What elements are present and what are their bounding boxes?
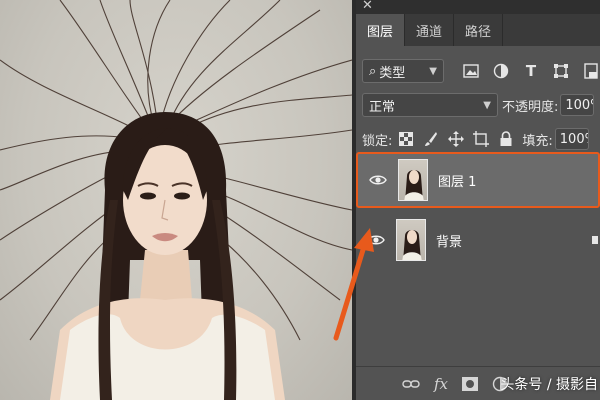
chevron-down-icon: ▼ — [483, 99, 491, 111]
image-filter-icon[interactable] — [462, 62, 480, 80]
fill-label: 填充: — [522, 133, 553, 149]
filter-kind-select[interactable]: ⌕ 类型 ▼ — [362, 59, 444, 83]
watermark: 头条号 / 摄影自 — [500, 377, 598, 393]
smart-object-filter-icon[interactable] — [582, 62, 600, 80]
lock-label: 锁定: — [362, 133, 393, 149]
close-icon[interactable]: ✕ — [362, 0, 373, 13]
layer-name[interactable]: 图层 1 — [438, 171, 476, 190]
opacity-label: 不透明度: — [502, 99, 559, 115]
layer-thumbnail — [398, 159, 428, 201]
fill-input[interactable]: 100% — [554, 128, 589, 150]
panel-tabs: 图层 通道 路径 — [356, 14, 600, 46]
blend-row: 正常 ▼ 不透明度: 100% — [356, 92, 600, 118]
tab-paths[interactable]: 路径 — [454, 14, 504, 46]
lock-all-icon[interactable] — [498, 131, 514, 147]
tab-channels[interactable]: 通道 — [405, 14, 455, 46]
lock-icon — [592, 232, 598, 248]
layer-filter-row: ⌕ 类型 ▼ T — [356, 56, 600, 86]
document-canvas[interactable] — [0, 0, 352, 400]
mask-icon[interactable] — [462, 376, 479, 391]
lock-row: 锁定: 填充: 100% — [356, 126, 600, 152]
adjustment-filter-icon[interactable] — [492, 62, 510, 80]
layers-panel: ✕ 图层 通道 路径 ⌕ 类型 ▼ T 正常 ▼ 不透明度: 100 锁定: 填… — [356, 0, 600, 400]
layer-thumbnail — [396, 219, 426, 261]
tab-layers[interactable]: 图层 — [356, 14, 406, 46]
lock-transparent-icon[interactable] — [398, 131, 414, 147]
blend-mode-value: 正常 — [369, 99, 396, 115]
panel-title-bar: ✕ — [356, 0, 600, 14]
fx-icon[interactable]: fx — [434, 375, 448, 393]
link-layers-icon[interactable] — [402, 379, 420, 389]
layer-row-background[interactable]: 背景 — [356, 212, 600, 268]
search-icon: ⌕ — [369, 63, 377, 79]
lock-paint-icon[interactable] — [423, 131, 439, 147]
lock-move-icon[interactable] — [448, 131, 465, 147]
annotation-arrow-icon — [333, 228, 374, 341]
lock-artboard-icon[interactable] — [473, 131, 490, 147]
shape-filter-icon[interactable] — [552, 62, 570, 80]
type-filter-icon[interactable]: T — [522, 62, 540, 80]
layer-row-layer-1[interactable]: 图层 1 — [356, 152, 600, 208]
layer-name[interactable]: 背景 — [436, 231, 462, 250]
portrait-photo — [0, 0, 352, 400]
chevron-down-icon: ▼ — [429, 65, 437, 77]
opacity-input[interactable]: 100% — [560, 94, 595, 116]
blend-mode-select[interactable]: 正常 ▼ — [362, 93, 498, 117]
visibility-eye-icon[interactable] — [364, 174, 392, 186]
filter-kind-label: 类型 — [379, 65, 406, 81]
